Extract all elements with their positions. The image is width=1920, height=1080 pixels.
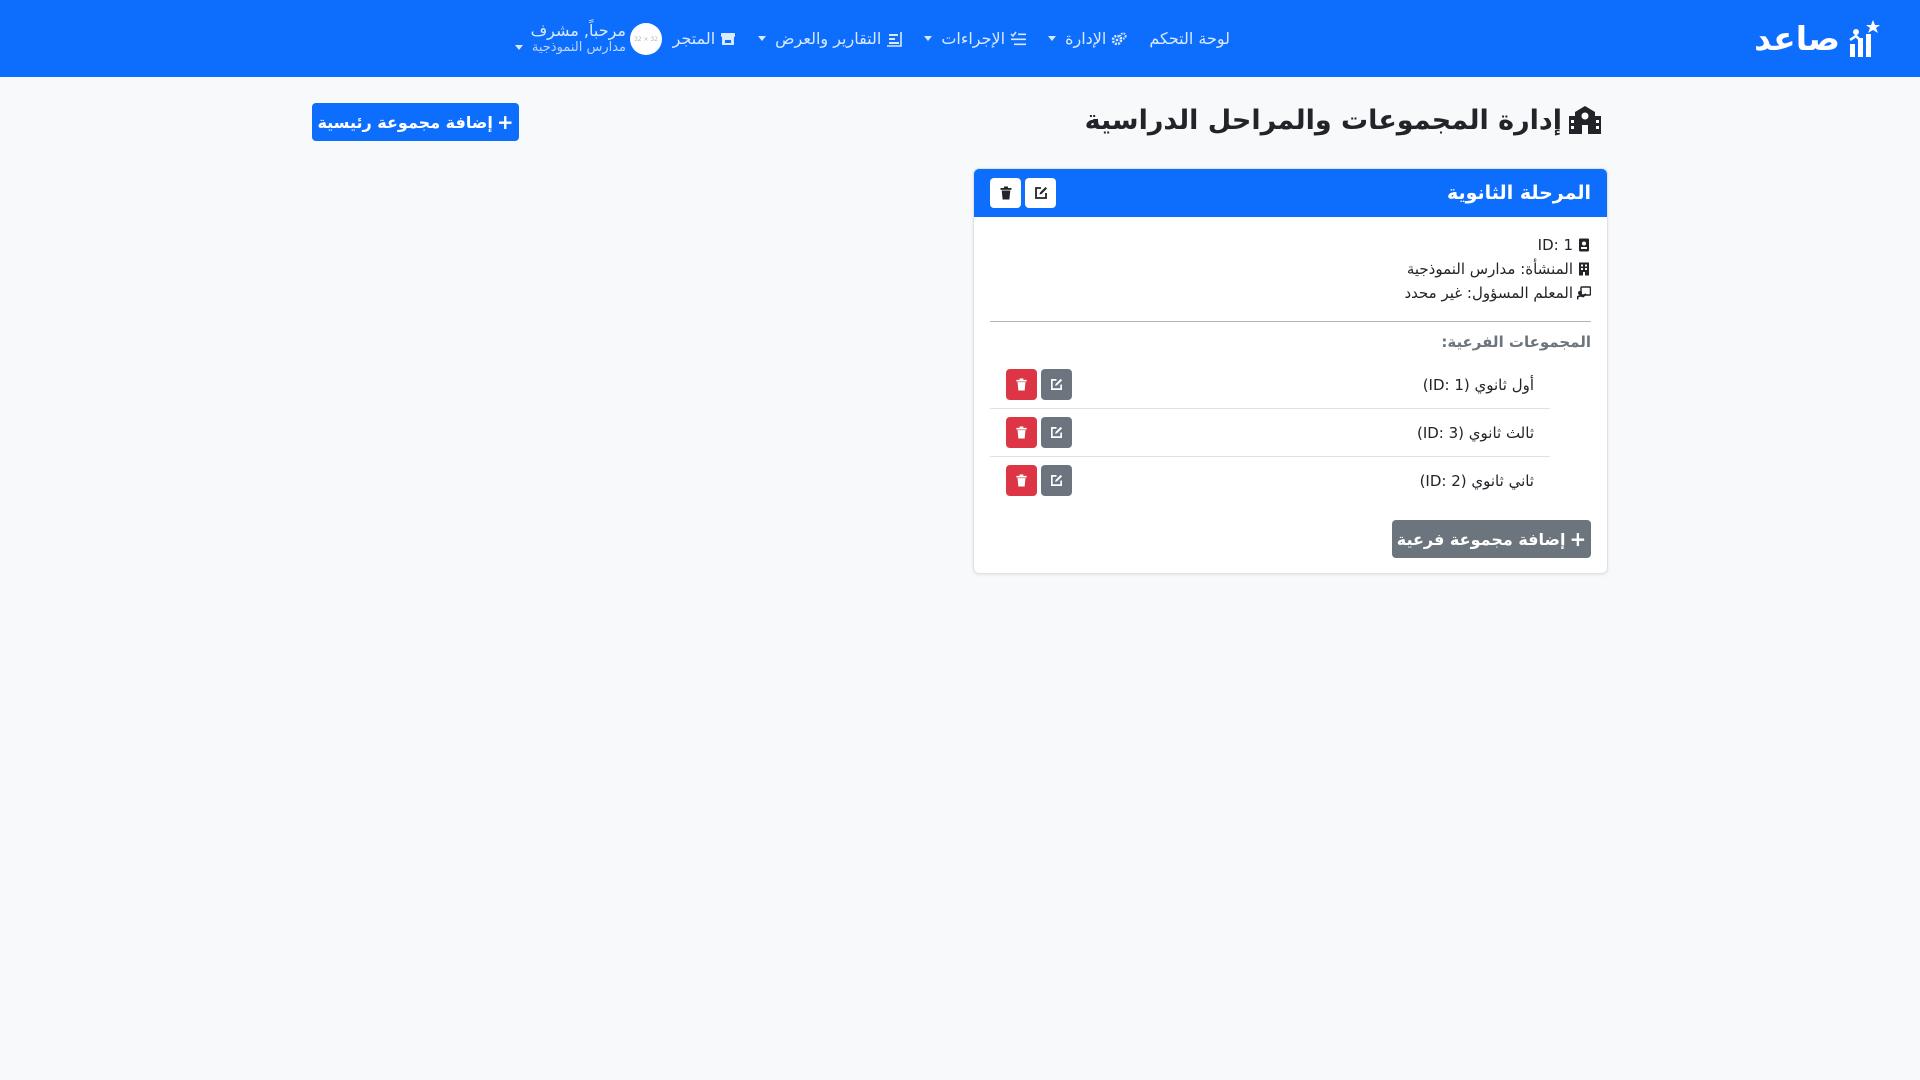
plus-icon: + — [1569, 527, 1587, 551]
chevron-down-icon — [758, 36, 767, 41]
list-item: ثالث ثانوي (ID: 3) — [990, 409, 1550, 457]
chalkboard-teacher-icon — [1577, 286, 1591, 300]
nav-actions[interactable]: الإجراءات — [924, 29, 1027, 48]
user-greeting: مرحباً, مشرف — [530, 21, 626, 41]
nav-store[interactable]: المتجر — [673, 29, 737, 48]
group-card-header: المرحلة الثانوية — [974, 169, 1607, 217]
delete-group-button[interactable] — [990, 178, 1021, 208]
group-card-title: المرحلة الثانوية — [1446, 182, 1591, 204]
nav-dashboard-label: لوحة التحكم — [1149, 29, 1230, 48]
school-icon — [1569, 106, 1601, 134]
plus-icon: + — [496, 110, 514, 134]
page-title: إدارة المجموعات والمراحل الدراسية — [1085, 100, 1602, 140]
edit-subgroup-button[interactable] — [1041, 417, 1072, 448]
subgroup-name: ثالث ثانوي (ID: 3) — [1416, 424, 1534, 442]
nav-management-label: الإدارة — [1065, 29, 1107, 48]
trash-icon — [1016, 474, 1027, 487]
list-item: ثاني ثانوي (ID: 2) — [990, 457, 1550, 505]
nav-dashboard[interactable]: لوحة التحكم — [1149, 29, 1230, 48]
rising-chart-icon — [1849, 20, 1880, 57]
delete-subgroup-button[interactable] — [1006, 369, 1037, 400]
trash-icon — [1016, 378, 1027, 391]
group-id: ID: 1 — [1537, 236, 1573, 254]
edit-group-button[interactable] — [1025, 178, 1056, 208]
edit-subgroup-button[interactable] — [1041, 465, 1072, 496]
group-teacher: المعلم المسؤول: غير محدد — [1404, 284, 1573, 302]
delete-subgroup-button[interactable] — [1006, 465, 1037, 496]
top-navbar: صاعد لوحة التحكم الإدارة الإجراءات التقا… — [0, 0, 1920, 77]
nav-management[interactable]: الإدارة — [1048, 29, 1127, 48]
nav-store-label: المتجر — [672, 29, 716, 48]
page-title-text: إدارة المجموعات والمراحل الدراسية — [1084, 104, 1562, 136]
group-teacher-row: المعلم المسؤول: غير محدد — [1404, 283, 1591, 303]
trash-icon — [1000, 186, 1011, 200]
divider — [990, 321, 1591, 322]
subgroup-name: ثاني ثانوي (ID: 2) — [1419, 472, 1534, 490]
edit-icon — [1051, 426, 1063, 438]
nav-reports-label: التقارير والعرض — [775, 29, 882, 48]
nav-reports[interactable]: التقارير والعرض — [758, 29, 903, 48]
building-icon — [1579, 262, 1589, 276]
trash-icon — [1016, 426, 1027, 439]
chevron-down-icon — [1048, 36, 1057, 41]
chart-icon — [887, 31, 903, 47]
group-facility-row: المنشأة: مدارس النموذجية — [1404, 259, 1591, 279]
chevron-down-icon — [514, 45, 523, 50]
list-check-icon — [1010, 31, 1027, 45]
delete-subgroup-button[interactable] — [1006, 417, 1037, 448]
add-main-group-button[interactable]: + إضافة مجموعة رئيسية — [312, 103, 519, 141]
edit-icon — [1051, 378, 1063, 390]
group-id-row: ID: 1 — [1404, 235, 1591, 255]
avatar-placeholder-text: 32 × 32 — [633, 35, 659, 43]
edit-subgroup-button[interactable] — [1041, 369, 1072, 400]
main-nav: لوحة التحكم الإدارة الإجراءات التقارير و… — [673, 0, 1230, 77]
subgroups-heading: المجموعات الفرعية: — [1441, 333, 1591, 351]
brand-name: صاعد — [1754, 18, 1840, 58]
group-facility: المنشأة: مدارس النموذجية — [1406, 260, 1573, 278]
chevron-down-icon — [924, 36, 933, 41]
nav-actions-label: الإجراءات — [941, 29, 1006, 48]
id-card-icon — [1579, 238, 1589, 252]
subgroups-list: أول ثانوي (ID: 1) ثالث ثانوي (ID: 3) ثان… — [990, 361, 1550, 505]
add-subgroup-label: إضافة مجموعة فرعية — [1396, 529, 1566, 549]
edit-icon — [1034, 187, 1047, 199]
list-item: أول ثانوي (ID: 1) — [990, 361, 1550, 409]
add-main-group-label: إضافة مجموعة رئيسية — [317, 112, 493, 132]
user-menu[interactable]: 32 × 32 مرحباً, مشرف مدارس النموذجية — [514, 14, 662, 64]
edit-icon — [1051, 474, 1063, 486]
brand-logo[interactable]: صاعد — [1754, 14, 1880, 62]
add-subgroup-button[interactable]: + إضافة مجموعة فرعية — [1392, 520, 1591, 558]
group-info: ID: 1 المنشأة: مدارس النموذجية المعلم ال… — [1404, 235, 1591, 303]
user-info: مرحباً, مشرف مدارس النموذجية — [530, 21, 626, 55]
group-card: المرحلة الثانوية ID: 1 المنشأة: مدارس ال… — [973, 168, 1608, 574]
user-organization: مدارس النموذجية — [531, 39, 626, 55]
gears-icon — [1112, 31, 1127, 45]
subgroup-name: أول ثانوي (ID: 1) — [1422, 376, 1534, 394]
avatar: 32 × 32 — [630, 23, 662, 55]
store-icon — [721, 32, 736, 45]
